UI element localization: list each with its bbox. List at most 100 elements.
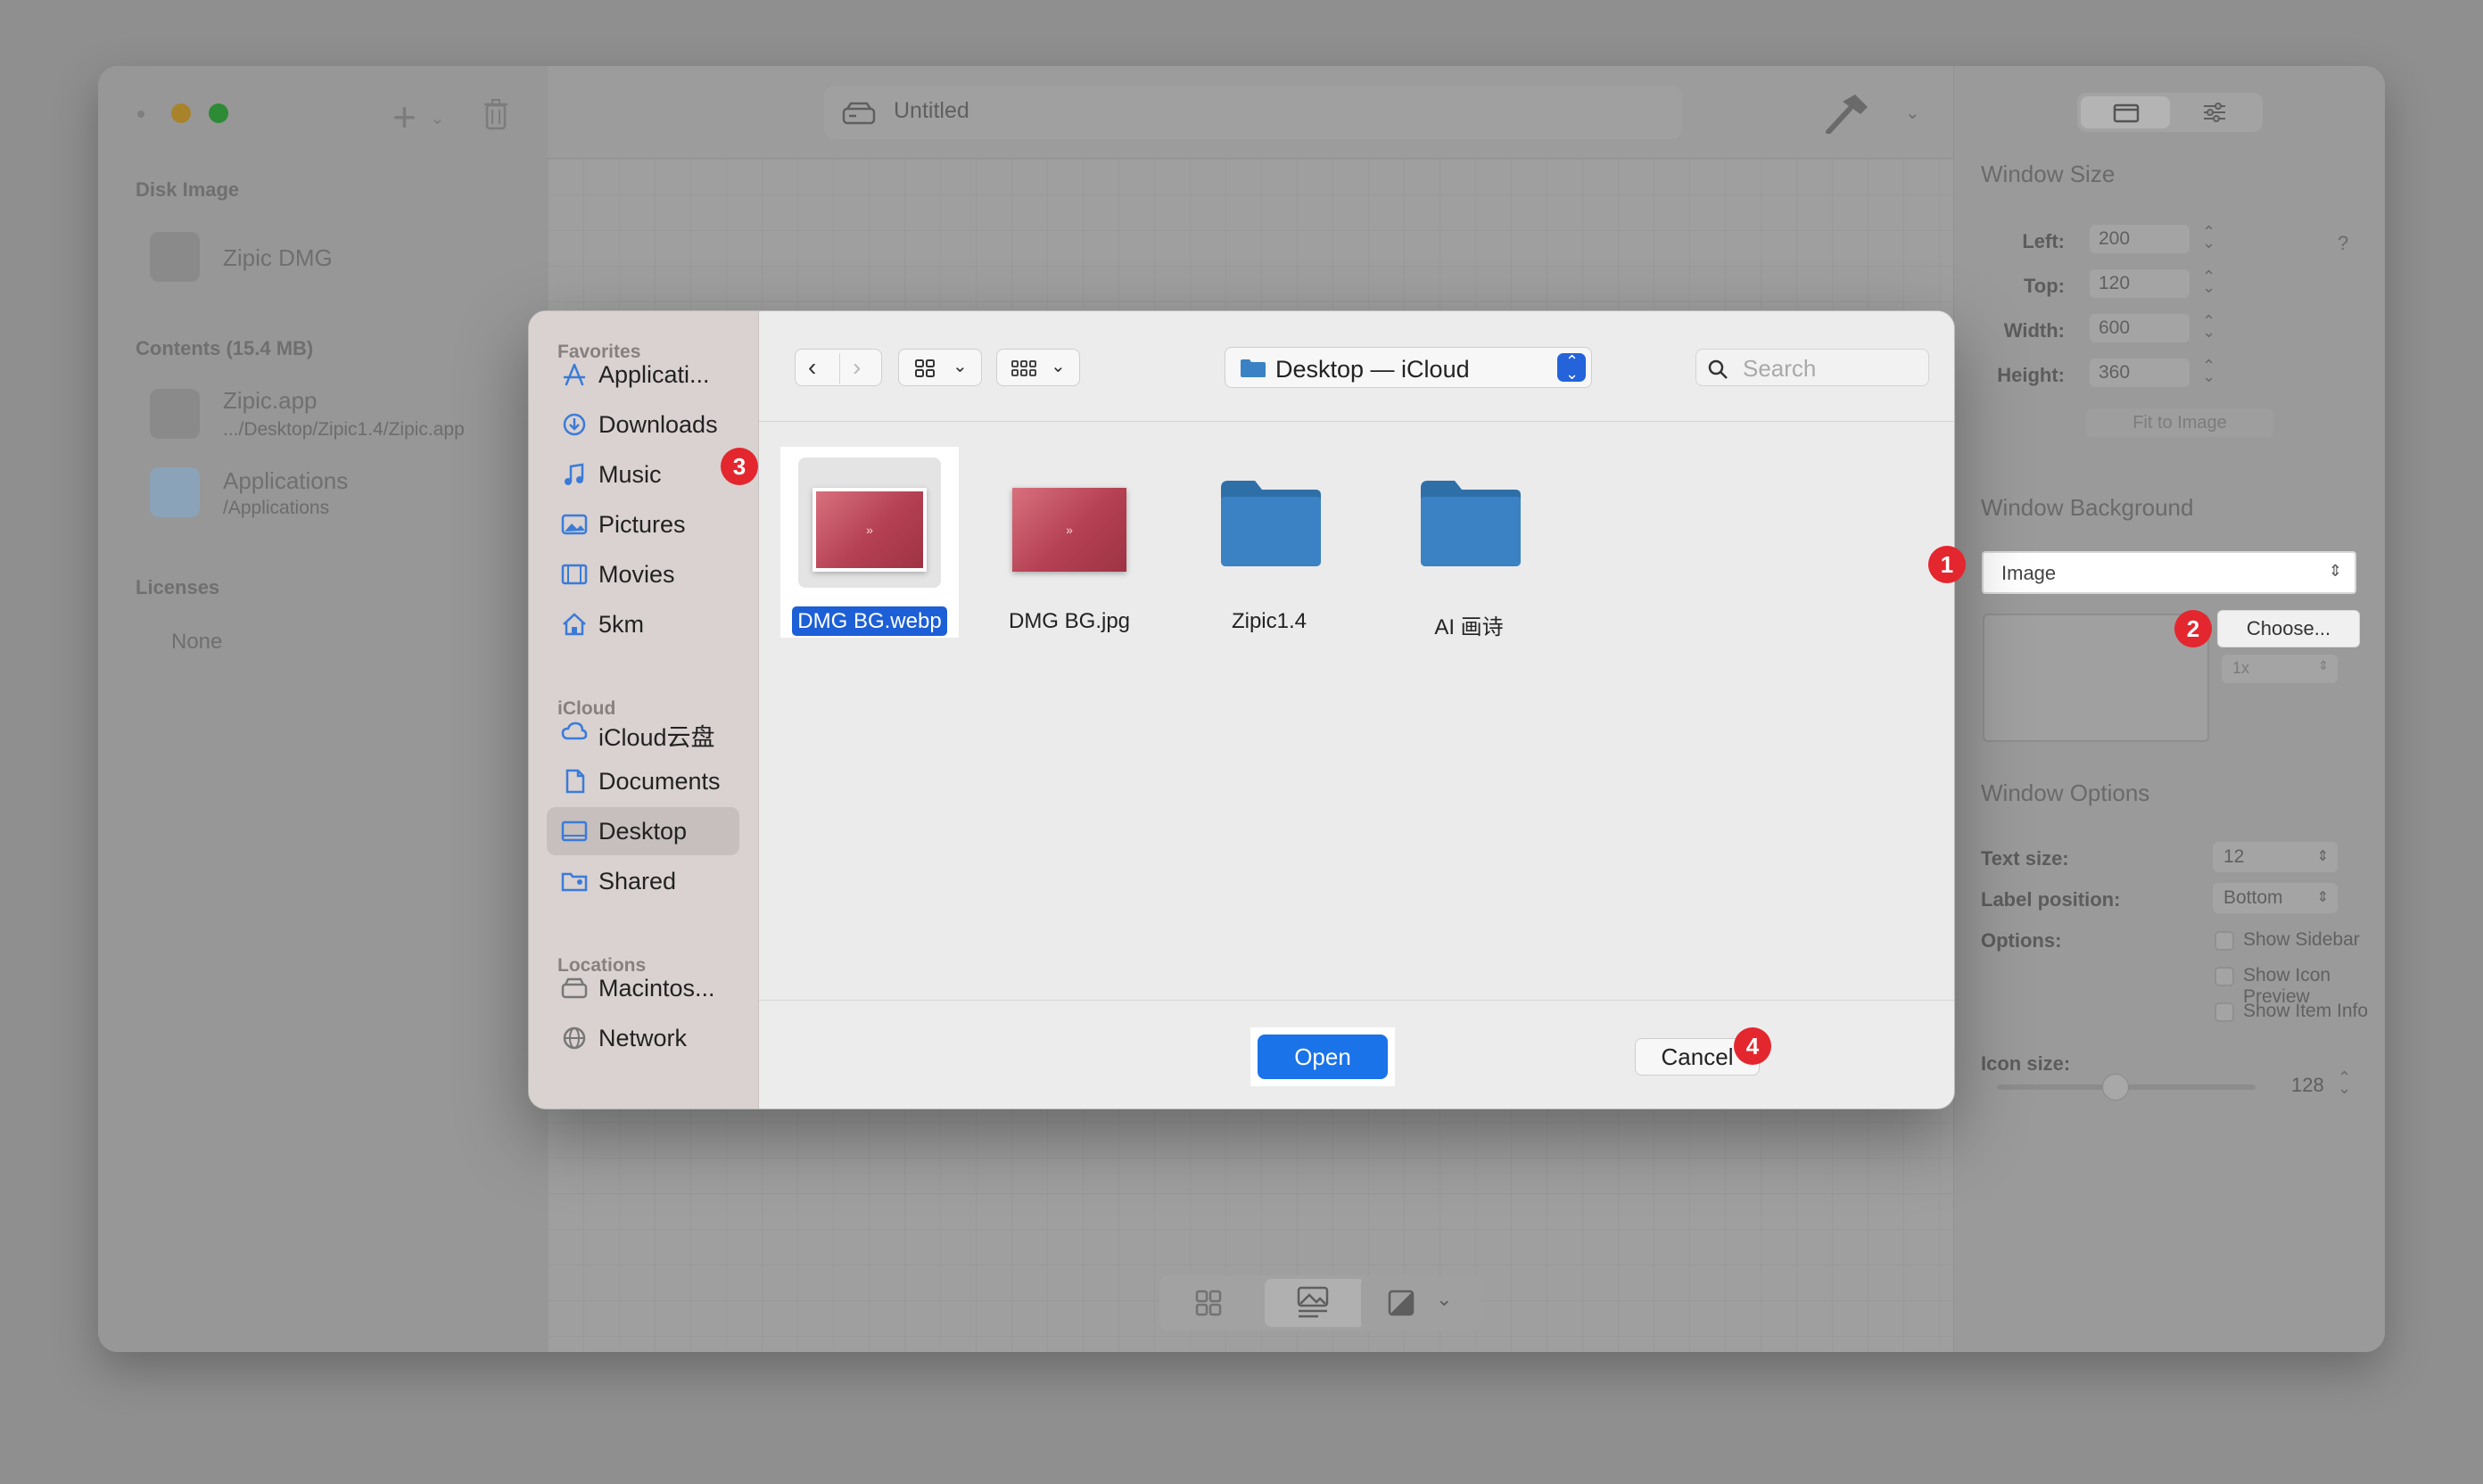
image-thumbnail: » — [1012, 488, 1126, 572]
content-item-path: /Applications — [223, 498, 330, 518]
top-stepper[interactable]: ⌃ ⌄ — [2202, 268, 2215, 295]
height-stepper[interactable]: ⌃ ⌄ — [2202, 358, 2215, 384]
path-label: Desktop — iCloud — [1275, 356, 1470, 383]
sidebar-item-network[interactable]: Network — [547, 1014, 739, 1062]
icon-size-value: 128 — [2291, 1074, 2324, 1096]
chevron-down-icon: ⌄ — [953, 357, 968, 376]
tab-settings[interactable] — [2202, 103, 2227, 122]
open-dialog: Favorites Applicati... Downloads Music P… — [528, 310, 1955, 1109]
height-field[interactable]: 360 — [2090, 359, 2190, 387]
chevron-updown-icon: ⇕ — [2316, 849, 2329, 864]
show-icon-preview-checkbox[interactable] — [2215, 967, 2234, 986]
music-note-icon — [565, 463, 584, 485]
sidebar-item-shared[interactable]: Shared — [547, 857, 739, 905]
width-stepper[interactable]: ⌃ ⌄ — [2202, 313, 2215, 340]
app-sidebar: + ⌄ Disk Image Zipic DMG Contents (15.4 … — [98, 66, 548, 1352]
slider-knob[interactable] — [2102, 1074, 2130, 1101]
sidebar-item-home[interactable]: 5km — [547, 600, 739, 648]
window-size-title: Window Size — [1981, 161, 2116, 187]
window-close-button[interactable] — [137, 111, 144, 118]
dialog-toolbar: ‹ › ⌄ ⌄ Desktop — iCloud ⌃ ⌄ Search — [759, 311, 1954, 422]
file-name: Zipic1.4 — [1231, 609, 1307, 633]
file-name: AI 画诗 — [1434, 615, 1504, 639]
background-type-select[interactable]: Image ⇕ — [1982, 551, 2356, 594]
scale-select[interactable]: 1x ⇕ — [2222, 655, 2338, 683]
text-size-select[interactable]: 12 ⇕ — [2213, 842, 2338, 872]
show-item-info-checkbox[interactable] — [2215, 1002, 2234, 1022]
label-position-select[interactable]: Bottom ⇕ — [2213, 883, 2338, 913]
chevron-down-icon: ⌄ — [1436, 1288, 1453, 1310]
chevron-down-icon[interactable]: ⌄ — [430, 107, 445, 129]
scale-value: 1x — [2232, 659, 2250, 677]
open-button[interactable]: Open — [1258, 1035, 1388, 1079]
sidebar-item-desktop[interactable]: Desktop — [547, 807, 739, 855]
applications-icon — [563, 363, 586, 386]
step-badge-4: 4 — [1734, 1027, 1771, 1065]
sidebar-item-label: iCloud云盘 — [598, 724, 715, 751]
icon-size-slider[interactable] — [1997, 1074, 2256, 1101]
sidebar-item-movies[interactable]: Movies — [547, 550, 739, 598]
sidebar-item-pictures[interactable]: Pictures — [547, 500, 739, 548]
folder-item-ai[interactable]: AI 画诗 — [1380, 443, 1558, 648]
path-popup[interactable]: Desktop — iCloud ⌃ ⌄ — [1225, 347, 1592, 388]
sidebar-item-music[interactable]: Music — [547, 450, 739, 499]
sidebar-item-icloud-drive[interactable]: iCloud云盘 — [547, 707, 739, 755]
back-button[interactable]: ‹ — [808, 353, 816, 382]
window-zoom-button[interactable] — [209, 103, 228, 123]
left-stepper[interactable]: ⌃ ⌄ — [2202, 224, 2215, 251]
width-field[interactable]: 600 — [2090, 314, 2190, 342]
grid-view-icon[interactable] — [1195, 1290, 1222, 1316]
trash-icon[interactable] — [483, 98, 508, 130]
step-badge-2: 2 — [2174, 610, 2212, 647]
sidebar-item-documents[interactable]: Documents — [547, 757, 739, 805]
document-icon — [565, 769, 585, 794]
disk-icon — [842, 102, 876, 125]
sidebar-item-label: Music — [598, 461, 662, 488]
title-field[interactable]: Untitled — [824, 86, 1682, 139]
sidebar-item-applications[interactable]: Applicati... — [547, 350, 739, 399]
content-item-name[interactable]: Applications — [223, 467, 348, 495]
applications-folder-icon — [150, 467, 200, 517]
background-type-value: Image — [2001, 562, 2057, 584]
folder-item-zipic[interactable]: Zipic1.4 — [1180, 443, 1358, 648]
sidebar-item-label: Macintos... — [598, 975, 715, 1002]
cloud-icon — [561, 721, 588, 740]
file-item-dmg-bg-jpg[interactable]: » DMG BG.jpg — [980, 443, 1159, 648]
content-item-name[interactable]: Zipic.app — [223, 387, 318, 415]
image-view-segment[interactable] — [1265, 1279, 1365, 1327]
show-sidebar-checkbox[interactable] — [2215, 931, 2234, 951]
help-button[interactable]: ? — [2338, 232, 2348, 255]
tab-window[interactable] — [2081, 96, 2170, 128]
forward-button[interactable]: › — [853, 353, 861, 382]
step-badge-1: 1 — [1928, 546, 1966, 583]
image-thumbnail: » — [813, 488, 927, 572]
chevron-down-icon[interactable]: ⌄ — [1905, 102, 1920, 124]
document-title: Untitled — [894, 98, 969, 123]
file-item-dmg-bg-webp[interactable]: » DMG BG.webp — [780, 443, 959, 648]
choose-button[interactable]: Choose... — [2217, 610, 2360, 647]
search-field[interactable] — [1695, 349, 1929, 386]
arrow-icon: » — [1066, 523, 1073, 537]
icon-view-icon — [915, 359, 935, 377]
top-field[interactable]: 120 — [2090, 269, 2190, 298]
chevron-updown-icon: ⇕ — [2318, 658, 2329, 672]
sidebar-item-label: Documents — [598, 768, 721, 795]
appearance-menu[interactable]: ⌄ — [1361, 1275, 1481, 1331]
search-input[interactable] — [1741, 355, 1919, 382]
search-icon — [1708, 359, 1728, 379]
hammer-icon[interactable] — [1823, 93, 1871, 134]
sidebar-item-macintosh-hd[interactable]: Macintos... — [547, 964, 739, 1012]
sidebar-item-label: Downloads — [598, 411, 718, 438]
fit-to-image-button[interactable]: Fit to Image — [2086, 408, 2273, 437]
disk-image-name[interactable]: Zipic DMG — [223, 244, 333, 272]
group-by-button[interactable]: ⌄ — [996, 349, 1080, 386]
download-icon — [563, 413, 586, 436]
sidebar-item-downloads[interactable]: Downloads — [547, 400, 739, 449]
width-label: Width: — [2003, 319, 2065, 342]
icon-size-stepper[interactable]: ⌃ ⌄ — [2338, 1069, 2351, 1096]
divider — [839, 353, 840, 383]
left-field[interactable]: 200 — [2090, 225, 2190, 253]
view-mode-button[interactable]: ⌄ — [898, 349, 982, 386]
window-minimize-button[interactable] — [171, 103, 191, 123]
add-icon[interactable]: + — [392, 96, 417, 137]
